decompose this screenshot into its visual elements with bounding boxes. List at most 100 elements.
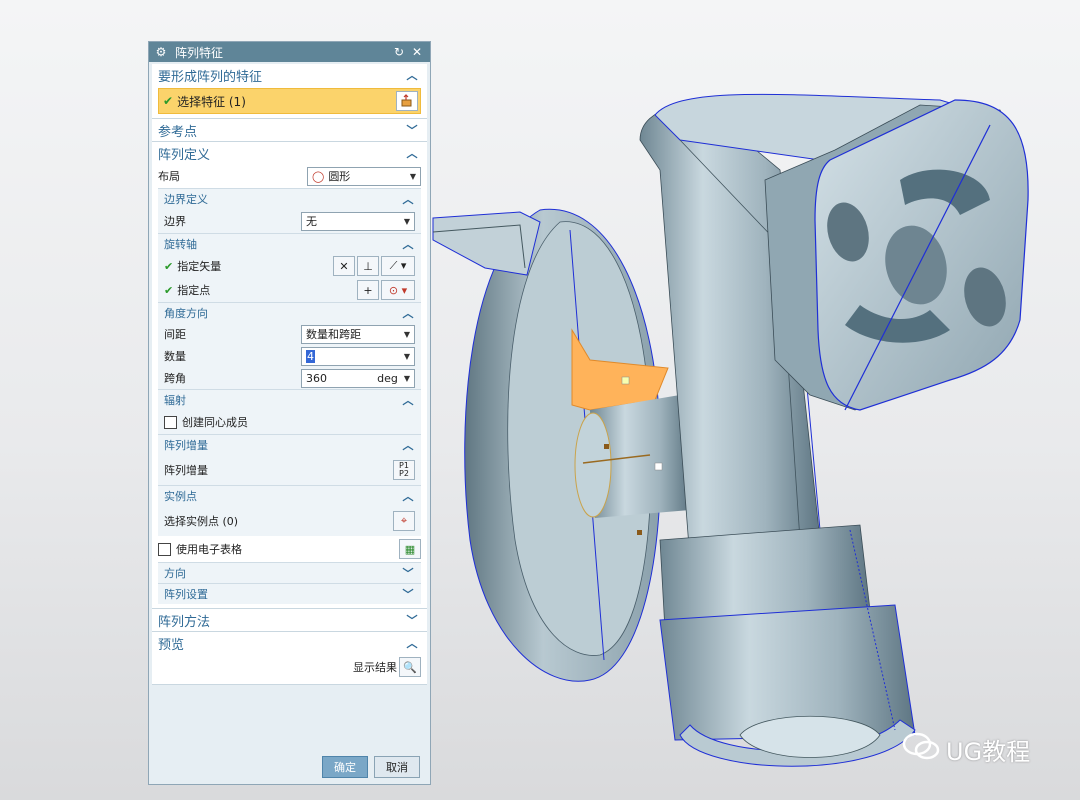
subsection-title-settings: 阵列设置 <box>164 588 208 601</box>
section-feature-to-pattern: 要形成阵列的特征 ︿ ✔ 选择特征 (1) <box>152 64 427 119</box>
subsection-rotation-axis: 旋转轴 ︿ ✔ 指定矢量 ✕ ⊥ ⟋ ▾ ✔ 指定点 + ⊙ ▾ <box>158 233 421 302</box>
subsection-array-settings: 阵列设置 ﹀ <box>158 583 421 604</box>
subsection-instance-point: 实例点 ︿ 选择实例点 (0) ⌖ <box>158 485 421 536</box>
chevron-down-icon[interactable]: ﹀ <box>405 612 419 628</box>
subsection-title-instance: 实例点 <box>164 490 197 503</box>
specify-vector-label: 指定矢量 <box>177 260 222 273</box>
select-instance-label: 选择实例点 (0) <box>164 515 239 528</box>
section-header-feature[interactable]: 要形成阵列的特征 ︿ <box>152 64 427 86</box>
reset-icon[interactable]: ↻ <box>392 45 406 59</box>
chevron-up-icon[interactable]: ︿ <box>401 191 415 207</box>
watermark: UG教程 <box>902 731 1030 767</box>
section-pattern-method: 阵列方法 ﹀ <box>152 609 427 632</box>
feature-select-icon[interactable] <box>396 91 418 111</box>
increment-label: 阵列增量 <box>164 464 208 477</box>
subsection-header-settings[interactable]: 阵列设置 ﹀ <box>158 584 421 604</box>
inferred-vector-icon[interactable]: ⟋ ▾ <box>381 256 415 276</box>
section-title-array-def: 阵列定义 <box>158 147 211 163</box>
ok-button[interactable]: 确定 <box>322 756 368 778</box>
boundary-label: 边界 <box>164 215 186 228</box>
dropdown-arrow-icon: ▼ <box>403 373 410 383</box>
concentric-label: 创建同心成员 <box>182 416 248 429</box>
point-snap-icon[interactable]: ⊙ ▾ <box>381 280 415 300</box>
spacing-value: 数量和跨距 <box>306 328 361 341</box>
chevron-up-icon[interactable]: ︿ <box>401 488 415 504</box>
layout-label: 布局 <box>158 170 180 183</box>
subsection-header-rotation-axis[interactable]: 旋转轴 ︿ <box>158 234 421 254</box>
spacing-select[interactable]: 数量和跨距 ▼ <box>301 324 415 344</box>
section-title-preview: 预览 <box>158 637 185 653</box>
subsection-increment: 阵列增量 ︿ 阵列增量 P1 P2 <box>158 434 421 485</box>
spreadsheet-icon[interactable]: ▦ <box>399 539 421 559</box>
boundary-value: 无 <box>306 215 317 228</box>
count-label: 数量 <box>164 350 186 363</box>
spreadsheet-label: 使用电子表格 <box>176 543 242 556</box>
span-angle-value: 360 <box>306 371 327 385</box>
spreadsheet-checkbox[interactable] <box>158 542 171 556</box>
subsection-radiate: 辐射 ︿ 创建同心成员 <box>158 389 421 434</box>
select-feature-label: 选择特征 (1) <box>177 94 246 109</box>
subsection-header-instance[interactable]: 实例点 ︿ <box>158 486 421 506</box>
boundary-select[interactable]: 无 ▼ <box>301 211 415 231</box>
gear-icon[interactable]: ⚙ <box>155 45 167 59</box>
dialog-titlebar[interactable]: ⚙ 阵列特征 ↻ ✕ <box>149 42 430 62</box>
cancel-button[interactable]: 取消 <box>374 756 420 778</box>
section-header-preview[interactable]: 预览 ︿ <box>152 632 427 654</box>
subsection-header-boundary[interactable]: 边界定义 ︿ <box>158 189 421 209</box>
concentric-checkbox[interactable] <box>164 415 177 429</box>
subsection-header-increment[interactable]: 阵列增量 ︿ <box>158 435 421 455</box>
chevron-up-icon[interactable]: ︿ <box>405 67 419 83</box>
show-result-label: 显示结果 <box>353 661 397 674</box>
subsection-header-direction[interactable]: 方向 ﹀ <box>158 563 421 583</box>
subsection-title-direction: 方向 <box>164 567 186 580</box>
increment-table-icon[interactable]: P1 P2 <box>393 460 415 480</box>
subsection-direction: 方向 ﹀ <box>158 562 421 583</box>
close-icon[interactable]: ✕ <box>410 45 424 59</box>
section-header-array-def[interactable]: 阵列定义 ︿ <box>152 142 427 164</box>
subsection-title-increment: 阵列增量 <box>164 439 208 452</box>
layout-select[interactable]: ◯ 圆形 ▼ <box>307 166 421 186</box>
subsection-header-angle[interactable]: 角度方向 ︿ <box>158 303 421 323</box>
checkmark-icon: ✔ <box>164 259 174 273</box>
chevron-up-icon[interactable]: ︿ <box>401 305 415 321</box>
span-angle-unit: deg <box>377 371 398 385</box>
section-title-feature: 要形成阵列的特征 <box>158 69 263 85</box>
select-feature-row[interactable]: ✔ 选择特征 (1) <box>158 88 421 114</box>
section-title-method: 阵列方法 <box>158 614 211 630</box>
chevron-up-icon[interactable]: ︿ <box>405 635 419 651</box>
checkmark-icon: ✔ <box>164 283 174 297</box>
subsection-title-angle: 角度方向 <box>164 307 208 320</box>
chevron-down-icon[interactable]: ﹀ <box>405 122 419 138</box>
section-reference-point: 参考点 ﹀ <box>152 119 427 142</box>
dropdown-arrow-icon: ▼ <box>403 351 410 361</box>
chevron-down-icon[interactable]: ﹀ <box>401 565 415 581</box>
chevron-up-icon[interactable]: ︿ <box>401 392 415 408</box>
chevron-up-icon[interactable]: ︿ <box>401 437 415 453</box>
section-preview: 预览 ︿ 显示结果 🔍 <box>152 632 427 685</box>
point-dialog-icon[interactable]: + <box>357 280 379 300</box>
subsection-header-radiate[interactable]: 辐射 ︿ <box>158 390 421 410</box>
count-value: 4 <box>306 349 315 363</box>
section-header-ref-point[interactable]: 参考点 ﹀ <box>152 119 427 141</box>
subsection-title-radiate: 辐射 <box>164 394 186 407</box>
span-angle-label: 跨角 <box>164 372 186 385</box>
magnifier-icon[interactable]: 🔍 <box>399 657 421 677</box>
dropdown-arrow-icon: ▼ <box>403 216 410 226</box>
span-angle-input[interactable]: 360 deg ▼ <box>301 368 415 388</box>
subsection-angle-direction: 角度方向 ︿ 间距 数量和跨距 ▼ 数量 4 ▼ 跨角 360 deg ▼ <box>158 302 421 389</box>
count-input[interactable]: 4 ▼ <box>301 346 415 366</box>
chevron-down-icon[interactable]: ﹀ <box>401 586 415 602</box>
section-header-method[interactable]: 阵列方法 ﹀ <box>152 609 427 631</box>
vector-dialog-icon[interactable]: ⊥ <box>357 256 379 276</box>
chevron-up-icon[interactable]: ︿ <box>401 236 415 252</box>
chevron-up-icon[interactable]: ︿ <box>405 145 419 161</box>
section-pattern-definition: 阵列定义 ︿ 布局 ◯ 圆形 ▼ 边界定义 ︿ 边界 无 ▼ 旋转轴 ︿ ✔ 指… <box>152 142 427 609</box>
model-shaft <box>574 395 690 535</box>
crosshair-icon[interactable]: ⌖ <box>393 511 415 531</box>
reverse-direction-icon[interactable]: ✕ <box>333 256 355 276</box>
subsection-title-rotation-axis: 旋转轴 <box>164 238 197 251</box>
layout-value: 圆形 <box>328 170 351 183</box>
dialog-title: 阵列特征 <box>175 45 224 60</box>
dropdown-arrow-icon: ▼ <box>409 171 416 181</box>
pattern-feature-dialog: ⚙ 阵列特征 ↻ ✕ 要形成阵列的特征 ︿ ✔ 选择特征 (1) 参考点 ﹀ 阵… <box>148 41 431 785</box>
